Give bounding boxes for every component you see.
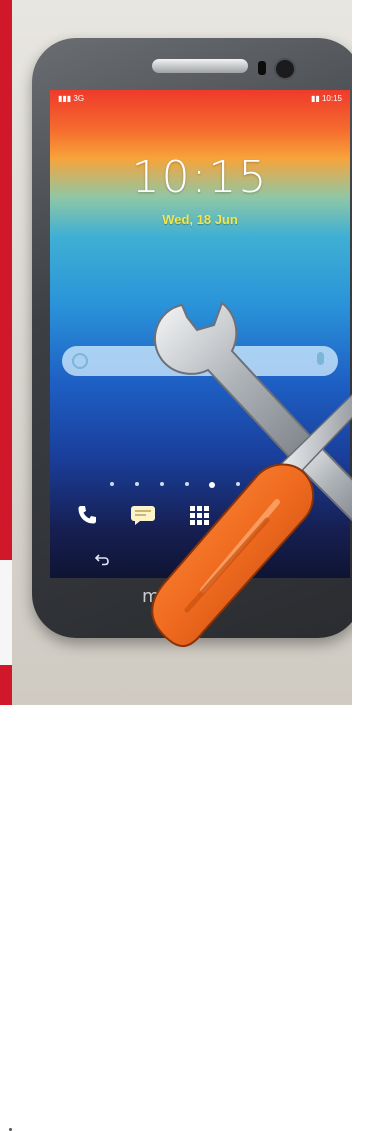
front-camera-icon [274,58,296,80]
sensor-icon [258,61,266,75]
phone-repair-photo: ▮▮▮ 3G ▮▮ 10:15 10:15 Wed, 18 Jun [12,0,352,705]
lockscreen-clock: 10:15 [131,152,269,203]
left-white-panel [0,560,12,1131]
battery-time-indicator: ▮▮ 10:15 [310,94,342,103]
right-white-margin [352,0,369,705]
speaker-grille [152,59,248,73]
screwdriver-illustration [151,393,352,648]
lockscreen-date: Wed, 18 Jun [162,212,238,227]
phone-icon [74,502,100,528]
status-bar: ▮▮▮ 3G ▮▮ 10:15 [58,94,342,108]
search-icon [72,353,88,369]
signal-indicator: ▮▮▮ 3G [58,94,85,103]
